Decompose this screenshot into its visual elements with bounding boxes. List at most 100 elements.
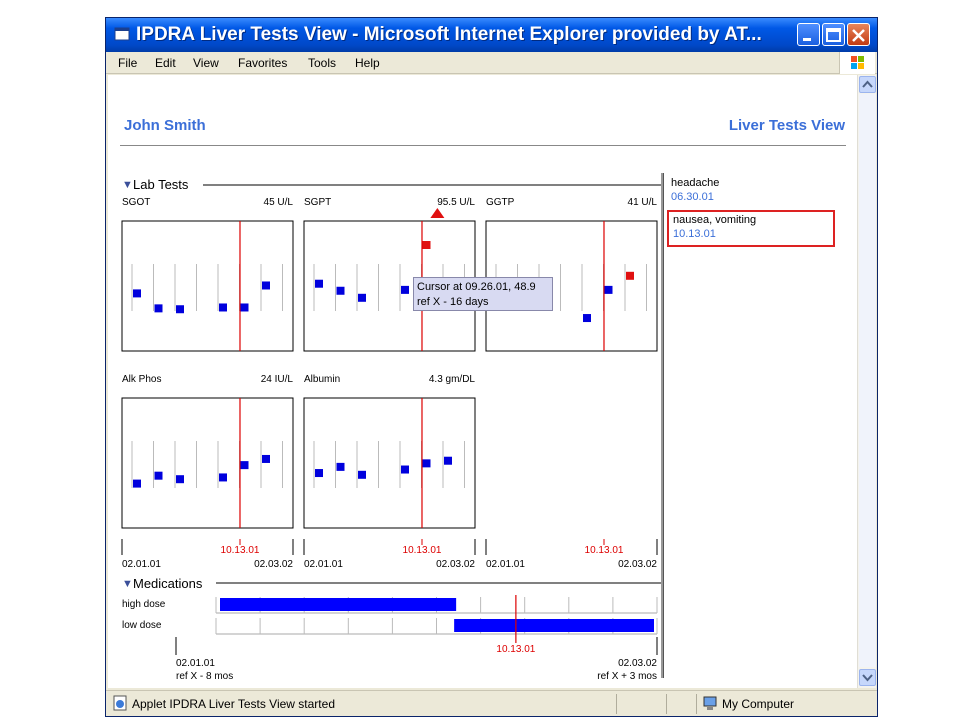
menu-file[interactable]: File	[118, 56, 137, 70]
med-start-label: 02.01.01	[176, 658, 215, 669]
data-point	[240, 303, 249, 312]
cursor-tooltip: Cursor at 09.26.01, 48.9 ref X - 16 days	[413, 277, 553, 311]
timeline-axis: 10.13.01 02.01.01 02.03.02	[121, 539, 294, 570]
scroll-up-button[interactable]	[859, 76, 876, 93]
medications-title: Medications	[133, 576, 203, 591]
status-divider	[616, 694, 617, 714]
axis-start-label: 02.01.01	[304, 559, 343, 570]
timeline-axis: 10.13.01 02.01.01 02.03.02	[303, 539, 476, 570]
data-point	[358, 470, 366, 479]
title-bar: IPDRA Liver Tests View - Microsoft Inter…	[106, 18, 877, 52]
med-ref-end-label: ref X + 3 mos	[597, 671, 657, 682]
splitter[interactable]	[661, 173, 664, 678]
data-point	[133, 479, 141, 488]
panel-title: GGTP	[486, 197, 515, 208]
data-point	[336, 286, 345, 295]
axis-ref-label: 10.13.01	[221, 545, 260, 556]
tooltip-line-1: Cursor at 09.26.01, 48.9	[417, 281, 536, 293]
window-title: IPDRA Liver Tests View - Microsoft Inter…	[136, 24, 762, 45]
data-point	[358, 293, 366, 302]
panel-value: 4.3 gm/DL	[429, 374, 476, 385]
panel-value: 41 U/L	[628, 197, 658, 208]
menu-bar: File Edit View Favorites Tools Help	[106, 52, 877, 74]
data-point	[336, 462, 345, 471]
menu-edit[interactable]: Edit	[155, 56, 176, 70]
alert-triangle-icon	[430, 208, 445, 218]
panel-value: 95.5 U/L	[437, 197, 475, 208]
high-dose-bar	[220, 598, 457, 611]
data-point	[422, 459, 431, 468]
lab-panel-sgot: SGOT 45 U/L	[121, 197, 294, 352]
page-content: John Smith Liver Tests View ▼ Lab Tests SG…	[108, 75, 857, 688]
ie-icon	[114, 27, 130, 41]
med-end-label: 02.03.02	[618, 658, 657, 669]
minimize-icon	[803, 38, 811, 41]
med-row-low-label: low dose	[122, 620, 162, 631]
axis-end-label: 02.03.02	[254, 559, 293, 570]
page-icon	[113, 695, 127, 711]
panel-box	[121, 397, 294, 529]
panel-title: Albumin	[304, 374, 340, 385]
event-label: nausea, vomiting	[673, 214, 757, 226]
lab-panel-albumin: Albumin 4.3 gm/DL	[303, 374, 476, 529]
data-point	[262, 281, 270, 290]
status-text: Applet IPDRA Liver Tests View started	[132, 697, 335, 711]
data-point	[154, 471, 163, 480]
data-point	[133, 289, 141, 298]
chevron-down-icon	[862, 674, 873, 682]
data-point	[583, 314, 591, 323]
data-point	[604, 285, 613, 294]
maximize-button[interactable]	[822, 23, 845, 46]
zone-text: My Computer	[722, 697, 795, 711]
event-item[interactable]: nausea, vomiting 10.13.01	[667, 210, 835, 247]
events-panel: headache 06.30.01 nausea, vomiting 10.13.01	[665, 175, 845, 265]
data-point	[422, 241, 431, 249]
menu-favorites[interactable]: Favorites	[238, 56, 287, 70]
data-point	[401, 285, 409, 294]
axis-start-label: 02.01.01	[486, 559, 525, 570]
scroll-down-button[interactable]	[859, 669, 876, 686]
data-point	[176, 305, 184, 314]
panel-title: SGPT	[304, 197, 331, 208]
timeline-axis: 10.13.01 02.01.01 02.03.02	[485, 539, 658, 570]
data-point	[444, 456, 452, 465]
maximize-icon	[826, 28, 841, 42]
event-date: 06.30.01	[671, 191, 714, 203]
computer-icon	[703, 696, 717, 710]
status-divider	[696, 694, 697, 714]
panel-title: Alk Phos	[122, 374, 161, 385]
minimize-button[interactable]	[797, 23, 820, 46]
event-label: headache	[671, 177, 720, 189]
axis-end-label: 02.03.02	[618, 559, 657, 570]
scroll-track[interactable]	[859, 94, 876, 667]
menu-view[interactable]: View	[193, 56, 219, 70]
data-point	[626, 271, 634, 280]
windows-logo-icon	[839, 52, 875, 74]
chevron-up-icon	[862, 80, 873, 88]
vertical-scrollbar[interactable]	[857, 75, 876, 688]
med-row-high-label: high dose	[122, 599, 166, 610]
axis-ref-label: 10.13.01	[403, 545, 442, 556]
event-date: 10.13.01	[673, 228, 716, 240]
panel-value: 24 IU/L	[261, 374, 294, 385]
data-point	[315, 279, 323, 288]
event-item[interactable]: headache 06.30.01	[667, 175, 827, 205]
lab-panel-sgpt: SGPT 95.5 U/L	[303, 197, 476, 352]
close-icon	[852, 29, 865, 42]
axis-end-label: 02.03.02	[436, 559, 475, 570]
data-point	[401, 465, 409, 474]
browser-window: IPDRA Liver Tests View - Microsoft Inter…	[105, 17, 878, 717]
low-dose-bar	[454, 619, 654, 632]
lab-panel-ggtp: GGTP 41 U/L	[485, 197, 658, 352]
panel-title: SGOT	[122, 197, 150, 208]
data-point	[219, 303, 227, 312]
close-button[interactable]	[847, 23, 870, 46]
data-point	[262, 454, 270, 463]
axis-start-label: 02.01.01	[122, 559, 161, 570]
medications-arrow-icon: ▼	[122, 578, 133, 590]
lab-tests-title: Lab Tests	[133, 177, 189, 192]
menu-help[interactable]: Help	[355, 56, 380, 70]
data-point	[240, 461, 249, 470]
menu-tools[interactable]: Tools	[308, 56, 336, 70]
data-point	[176, 475, 184, 484]
